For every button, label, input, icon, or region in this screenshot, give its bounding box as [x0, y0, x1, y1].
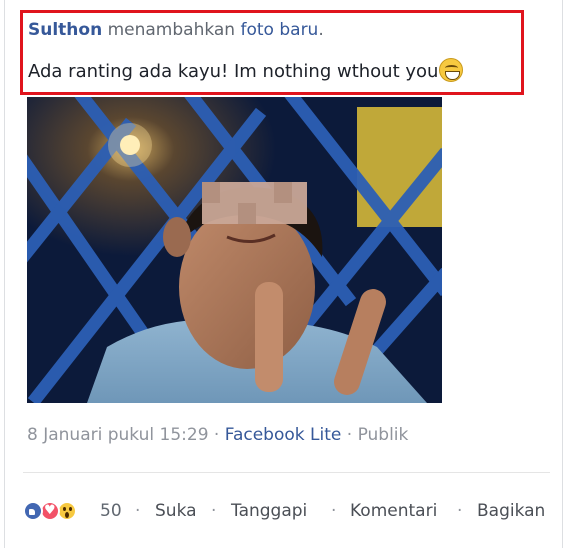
wow-reaction-icon[interactable]: [57, 501, 77, 521]
header-period: .: [318, 20, 324, 40]
love-reaction-icon[interactable]: [40, 497, 60, 525]
meta-separator: ·: [213, 425, 220, 445]
reaction-count[interactable]: 50: [100, 497, 122, 525]
post-meta: 8 Januari pukul 15:29 · Facebook Lite · …: [27, 423, 408, 447]
author-name[interactable]: Sulthon: [28, 20, 102, 40]
post-caption: Ada ranting ada kayu! Im nothing wthout …: [28, 58, 464, 84]
post-timestamp[interactable]: 8 Januari pukul 15:29: [27, 425, 209, 445]
meta-separator: ·: [346, 425, 353, 445]
author-action: menambahkan: [107, 20, 236, 40]
action-separator: ·: [135, 501, 141, 521]
action-separator: ·: [211, 501, 217, 521]
like-reaction-icon[interactable]: [23, 501, 43, 521]
privacy-label: Publik: [357, 425, 409, 445]
post-header: Sulthon menambahkan foto baru.: [28, 19, 324, 41]
action-separator: ·: [457, 501, 463, 521]
post-card: Sulthon menambahkan foto baru. Ada ranti…: [4, 0, 563, 548]
source-app-link[interactable]: Facebook Lite: [225, 425, 342, 445]
post-photo[interactable]: [27, 97, 442, 403]
photo-image: [27, 97, 442, 403]
comment-button[interactable]: Komentari: [350, 497, 437, 525]
new-photo-link[interactable]: foto baru: [241, 20, 319, 40]
action-bar: 50 · Suka · Tanggapi · Komentari · Bagik…: [23, 497, 563, 525]
share-button[interactable]: Bagikan: [477, 497, 545, 525]
divider: [23, 472, 550, 473]
like-button[interactable]: Suka: [155, 497, 197, 525]
highlight-box: Sulthon menambahkan foto baru. Ada ranti…: [20, 10, 524, 95]
laughing-face-icon: [439, 58, 464, 82]
caption-text: Ada ranting ada kayu! Im nothing wthout …: [28, 61, 439, 82]
action-separator: ·: [331, 501, 337, 521]
reply-button[interactable]: Tanggapi: [231, 497, 307, 525]
